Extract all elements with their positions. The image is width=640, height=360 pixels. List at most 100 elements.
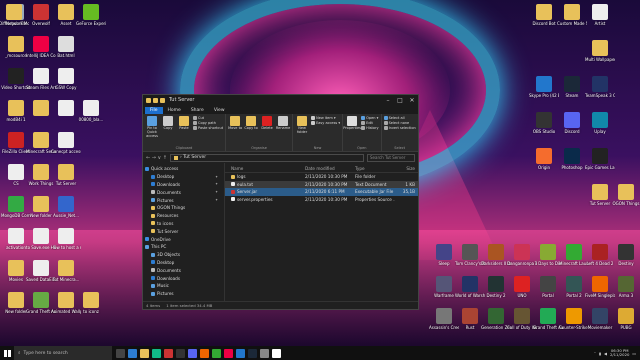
nav-item[interactable]: to icons <box>143 220 224 228</box>
game-shortcut[interactable]: World of Warships <box>455 276 485 298</box>
game-shortcut[interactable]: Destiny 2 <box>482 276 510 298</box>
taskbar-app-icon[interactable] <box>116 348 125 358</box>
new-item-button[interactable]: New item ▾ <box>311 116 340 120</box>
tab-share[interactable]: Share <box>186 107 209 114</box>
title-bar[interactable]: Tut Server – □ ✕ <box>143 95 418 105</box>
desktop-right-shortcut[interactable]: Tut Server <box>586 184 614 206</box>
folder-icon[interactable] <box>146 97 151 103</box>
nav-item[interactable]: Desktop <box>143 259 224 267</box>
nav-item[interactable]: This PC <box>143 243 224 251</box>
maximize-button[interactable]: □ <box>394 97 406 104</box>
desktop-left-shortcut[interactable] <box>52 100 80 117</box>
desktop-left-shortcut[interactable]: Aussie_Net... <box>52 196 80 218</box>
taskbar-app-icon[interactable] <box>248 348 257 358</box>
pin-icon[interactable]: ✦ <box>215 198 218 202</box>
edit-button[interactable]: Edit <box>361 121 378 125</box>
notifications-icon[interactable]: ▭ <box>632 351 636 356</box>
desktop-left-shortcut[interactable]: Tut Server <box>52 164 80 186</box>
search-input[interactable]: Search Tut Server <box>367 153 415 162</box>
pin-icon[interactable]: ✦ <box>215 182 218 186</box>
desktop-left-shortcut[interactable]: Tut Minecra... <box>52 260 80 282</box>
pin-icon[interactable]: ✦ <box>215 190 218 194</box>
nav-item[interactable]: Documents <box>143 266 224 274</box>
desktop-right-shortcut[interactable]: Photoshop <box>558 148 586 170</box>
game-shortcut[interactable]: PUBG <box>612 308 640 330</box>
tab-file[interactable]: File <box>145 107 163 114</box>
game-shortcut[interactable]: Call of Duty World at War <box>507 308 537 330</box>
nav-item[interactable]: Downloads <box>143 274 224 282</box>
column-name[interactable]: Name <box>225 166 305 171</box>
taskbar-app-icon[interactable] <box>224 348 233 358</box>
desktop-right-shortcut[interactable]: Artist <box>586 4 614 26</box>
desktop-left-shortcut[interactable]: How to host a minecraft... <box>51 228 81 250</box>
properties-button[interactable]: Properties <box>343 116 361 146</box>
desktop-right-shortcut[interactable]: Steam <box>558 76 586 98</box>
desktop-left-shortcut[interactable]: modB4i 1 <box>2 100 30 122</box>
paste-shortcut-button[interactable]: Paste shortcut <box>193 126 223 130</box>
desktop-right-shortcut[interactable]: OBS Studio <box>530 112 558 134</box>
desktop-right-shortcut[interactable]: Discord <box>558 112 586 134</box>
volume-icon[interactable]: ◀ <box>604 351 607 356</box>
move-to-button[interactable]: Move to <box>228 116 242 146</box>
folder-icon[interactable] <box>160 97 165 103</box>
taskbar-app-icon[interactable] <box>260 348 269 358</box>
nav-item[interactable]: Desktop ✦ <box>143 173 224 181</box>
nav-item[interactable]: Documents ✦ <box>143 188 224 196</box>
desktop-right-shortcut[interactable]: Uplay <box>586 112 614 134</box>
paste-button[interactable]: Paste <box>177 116 191 146</box>
game-shortcut[interactable]: Destiny <box>612 244 640 266</box>
game-shortcut[interactable]: Assassin's Creed Unity <box>429 308 459 330</box>
new-folder-button[interactable]: New folder <box>295 116 309 146</box>
nav-item[interactable]: OneDrive <box>143 235 224 243</box>
game-shortcut[interactable]: Moviemaker <box>586 308 614 330</box>
taskbar-search[interactable]: ⌕ Type here to search <box>14 346 112 360</box>
desktop-right-shortcut[interactable]: Skype Pro (42 Bit Bit) <box>529 76 559 98</box>
taskbar-app-icon[interactable] <box>176 348 185 358</box>
game-shortcut[interactable]: Sleep <box>430 244 458 266</box>
nav-item[interactable]: Tut Server <box>143 227 224 235</box>
desktop-left-shortcut[interactable]: Bat.html <box>52 36 80 58</box>
game-shortcut[interactable]: Darksiders II Deathinit... <box>481 244 511 266</box>
delete-button[interactable]: Delete <box>260 116 274 146</box>
taskbar-app-icon[interactable] <box>128 348 137 358</box>
game-shortcut[interactable]: Grand Theft Auto V <box>533 308 563 330</box>
network-icon[interactable]: ▮ <box>599 351 601 356</box>
taskbar-app-icon[interactable] <box>152 348 161 358</box>
rename-button[interactable]: Rename <box>276 116 290 146</box>
taskbar-app-icon[interactable] <box>272 348 281 358</box>
desktop-left-shortcut[interactable]: 00800_bla... <box>77 100 105 122</box>
game-shortcut[interactable]: 7 Days to Die <box>534 244 562 266</box>
desktop-left-shortcut[interactable]: GSW Copy <box>52 68 80 90</box>
game-shortcut[interactable]: Portal 2 <box>560 276 588 298</box>
nav-item[interactable]: Quick access <box>143 165 224 173</box>
pin-icon[interactable]: ✦ <box>215 175 218 179</box>
taskbar-app-icon[interactable] <box>140 348 149 358</box>
open-button[interactable]: Open ▾ <box>361 116 378 120</box>
nav-item[interactable]: 3D Objects <box>143 251 224 259</box>
nav-item[interactable]: Music <box>143 282 224 290</box>
nav-item[interactable]: Resources <box>143 212 224 220</box>
copy-button[interactable]: Copy <box>161 116 175 146</box>
game-shortcut[interactable]: Portal <box>534 276 562 298</box>
column-size[interactable]: Size <box>395 166 418 171</box>
game-shortcut[interactable]: Counter-Strike Global Offe... <box>559 308 589 330</box>
game-shortcut[interactable]: Danganronpa Wakanter... <box>507 244 537 266</box>
game-shortcut[interactable]: Tom Clancy's Rainbow Six... <box>455 244 485 266</box>
select-all-button[interactable]: Select all <box>383 116 416 120</box>
nav-item[interactable]: Pictures ✦ <box>143 196 224 204</box>
easy-access-button[interactable]: Easy access ▾ <box>311 121 340 125</box>
desktop-left-shortcut[interactable]: DiffNetwork Mods Lo... <box>0 4 29 26</box>
folder-icon[interactable] <box>153 97 158 103</box>
invert-selection-button[interactable]: Invert selection <box>383 126 416 130</box>
desktop-left-shortcut[interactable]: to iconz <box>77 292 105 314</box>
game-shortcut[interactable]: Arma 3 <box>612 276 640 298</box>
column-type[interactable]: Type <box>355 166 395 171</box>
file-row[interactable]: server.properties 2/11/2020 10:30 PM Prope… <box>225 196 418 204</box>
select-none-button[interactable]: Select none <box>383 121 416 125</box>
taskbar-app-icon[interactable] <box>212 348 221 358</box>
desktop-right-shortcut[interactable]: OGON Things <box>612 184 640 206</box>
nav-item[interactable]: Pictures <box>143 290 224 298</box>
navigation-buttons[interactable]: ← → ∨ ↑ <box>146 155 167 161</box>
desktop-left-shortcut[interactable]: Conecpt access.txt <box>51 132 81 154</box>
column-date[interactable]: Date modified <box>305 166 355 171</box>
